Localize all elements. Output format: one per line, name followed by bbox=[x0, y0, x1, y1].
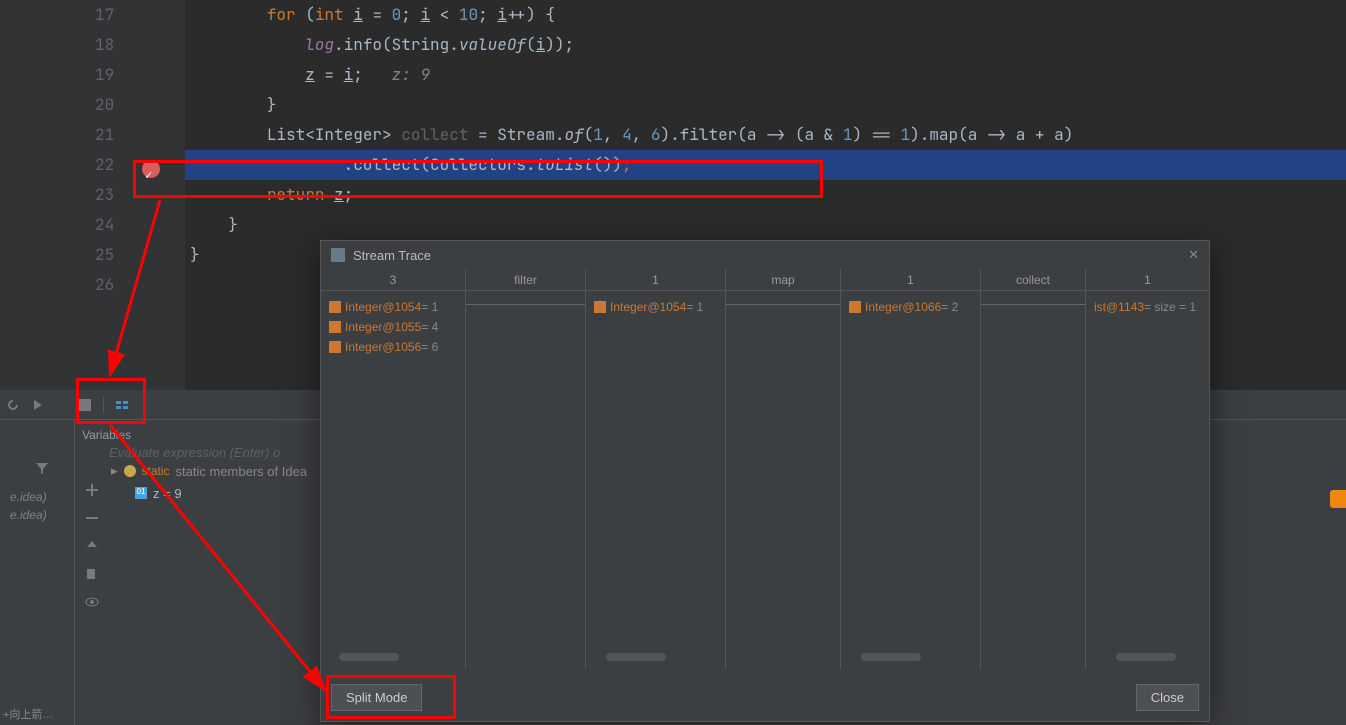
stage-label: map bbox=[726, 269, 840, 291]
static-members: static members of Idea bbox=[176, 464, 308, 479]
stage-map[interactable]: map bbox=[726, 269, 841, 669]
stage-label: filter bbox=[466, 269, 585, 291]
scrollbar[interactable] bbox=[339, 653, 399, 661]
notification-badge[interactable] bbox=[1330, 490, 1346, 508]
stream-trace-dialog: Stream Trace ✕ 3 Integer@1054 = 1 Intege… bbox=[320, 240, 1210, 722]
dialog-titlebar: Stream Trace ✕ bbox=[321, 241, 1209, 269]
line-number: 24 bbox=[95, 210, 185, 240]
stage-source: 3 Integer@1054 = 1 Integer@1055 = 4 Inte… bbox=[321, 269, 466, 669]
stream-stages: 3 Integer@1054 = 1 Integer@1055 = 4 Inte… bbox=[321, 269, 1209, 669]
stream-item[interactable]: Integer@1056 = 6 bbox=[329, 337, 457, 357]
filter-icon[interactable] bbox=[34, 460, 50, 476]
restart-icon[interactable] bbox=[5, 397, 21, 413]
dialog-title-text: Stream Trace bbox=[353, 248, 431, 263]
variables-label: Variables bbox=[82, 428, 131, 442]
line-number: 17 bbox=[95, 0, 185, 30]
stage-count: 1 bbox=[1086, 269, 1209, 291]
line-number: 21 bbox=[95, 120, 185, 150]
variable-z: z = 9 bbox=[153, 486, 182, 501]
remove-icon[interactable] bbox=[84, 510, 100, 526]
side-rail bbox=[84, 482, 100, 610]
close-button[interactable]: Close bbox=[1136, 684, 1199, 711]
app-icon bbox=[331, 248, 345, 262]
frames-rail: e.idea) e.idea) bbox=[0, 420, 75, 725]
stage-filter[interactable]: filter bbox=[466, 269, 586, 669]
step-icon[interactable] bbox=[31, 397, 47, 413]
watch-icon[interactable] bbox=[84, 594, 100, 610]
stage-map-out: 1 Integer@1066 = 2 bbox=[841, 269, 981, 669]
line-number: 20 bbox=[95, 90, 185, 120]
stage-filter-out: 1 Integer@1054 = 1 bbox=[586, 269, 726, 669]
stream-item[interactable]: Integer@1054 = 1 bbox=[329, 297, 457, 317]
stream-item[interactable]: ist@1143 = size = 1 bbox=[1094, 297, 1201, 317]
line-number: 25 bbox=[95, 240, 185, 270]
stage-count: 1 bbox=[586, 269, 725, 291]
line-number: 18 bbox=[95, 30, 185, 60]
line-number: 26 bbox=[95, 270, 185, 300]
annotation-box bbox=[76, 378, 146, 424]
line-number: 19 bbox=[95, 60, 185, 90]
stage-label: collect bbox=[981, 269, 1085, 291]
status-text: +向上箭… bbox=[3, 706, 53, 722]
stream-item[interactable]: Integer@1066 = 2 bbox=[849, 297, 972, 317]
stage-count: 1 bbox=[841, 269, 980, 291]
stage-collect[interactable]: collect bbox=[981, 269, 1086, 669]
annotation-box bbox=[133, 160, 823, 198]
annotation-box bbox=[326, 675, 456, 719]
stream-item[interactable]: Integer@1054 = 1 bbox=[594, 297, 717, 317]
close-icon[interactable]: ✕ bbox=[1188, 247, 1199, 263]
scrollbar[interactable] bbox=[861, 653, 921, 661]
add-icon[interactable] bbox=[84, 482, 100, 498]
frame-label[interactable]: e.idea) bbox=[0, 508, 74, 522]
scrollbar[interactable] bbox=[606, 653, 666, 661]
copy-icon[interactable] bbox=[84, 566, 100, 582]
frame-label[interactable]: e.idea) bbox=[0, 490, 74, 504]
stream-item[interactable]: Integer@1055 = 4 bbox=[329, 317, 457, 337]
up-icon[interactable] bbox=[84, 538, 100, 554]
stage-count: 3 bbox=[321, 269, 465, 291]
stage-result: 1 ist@1143 = size = 1 bbox=[1086, 269, 1209, 669]
scrollbar[interactable] bbox=[1116, 653, 1176, 661]
